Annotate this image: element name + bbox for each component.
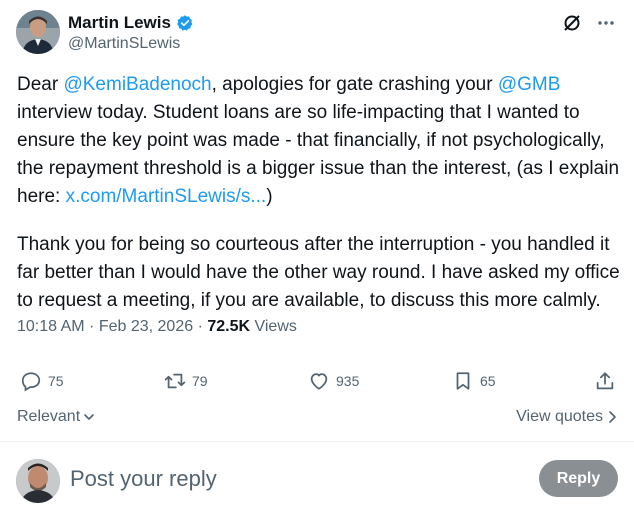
top-actions (562, 13, 616, 38)
mention-gmb[interactable]: @GMB (498, 74, 561, 95)
tweet-text-segment: ) (266, 186, 273, 207)
author-name-row[interactable]: Martin Lewis (68, 13, 194, 33)
tweet-meta: 10:18 AM · Feb 23, 2026 · 72.5K Views (17, 318, 297, 336)
view-quotes-label: View quotes (516, 408, 603, 425)
tweet-date[interactable]: Feb 23, 2026 (99, 318, 193, 335)
meta-separator: · (84, 318, 99, 335)
author-name[interactable]: Martin Lewis (68, 13, 171, 33)
tweet-text-segment: , apologies for gate crashing your (211, 74, 498, 95)
bookmark-action[interactable]: 65 (452, 370, 496, 392)
reply-sort-dropdown[interactable]: Relevant (17, 408, 95, 426)
tweet-link[interactable]: x.com/MartinSLewis/s... (66, 186, 267, 207)
reply-action[interactable]: 75 (20, 370, 64, 392)
tweet-actions: 75 79 935 65 (0, 370, 634, 398)
mention-kemibadenoch[interactable]: @KemiBadenoch (63, 74, 211, 95)
reply-count: 75 (48, 373, 64, 389)
chevron-down-icon (84, 414, 94, 420)
grok-icon[interactable] (562, 13, 582, 38)
current-user-avatar[interactable] (16, 459, 60, 503)
current-user-avatar-image (16, 459, 60, 503)
view-quotes-link[interactable]: View quotes (516, 408, 617, 426)
reply-button[interactable]: Reply (539, 460, 618, 497)
chevron-right-icon (609, 411, 616, 423)
reply-icon (21, 372, 41, 392)
meta-separator: · (193, 318, 208, 335)
reply-input[interactable]: Post your reply (70, 466, 217, 492)
tweet-paragraph-2: Thank you for being so courteous after t… (17, 234, 620, 311)
author-avatar-image (16, 10, 60, 54)
views-count: 72.5K (207, 318, 251, 335)
like-action[interactable]: 935 (308, 370, 359, 392)
share-icon (596, 372, 614, 390)
share-action[interactable] (594, 370, 616, 392)
retweet-count: 79 (192, 373, 208, 389)
heart-icon (310, 373, 328, 390)
retweet-icon (164, 373, 186, 389)
reply-sort-label: Relevant (17, 408, 81, 425)
bookmark-count: 65 (480, 373, 496, 389)
tweet-time[interactable]: 10:18 AM (17, 318, 85, 335)
like-count: 935 (336, 373, 360, 389)
bookmark-icon (456, 372, 470, 390)
author-avatar[interactable] (16, 10, 60, 54)
tweet-text: Dear @KemiBadenoch, apologies for gate c… (17, 71, 623, 335)
tweet-paragraph-1: Dear @KemiBadenoch, apologies for gate c… (17, 71, 623, 211)
views-label: Views (250, 318, 297, 335)
divider (0, 441, 634, 442)
author-handle[interactable]: @MartinSLewis (68, 35, 180, 53)
verified-badge-icon (177, 15, 193, 31)
more-options-icon[interactable] (596, 13, 616, 38)
tweet-text-segment: Dear (17, 74, 64, 95)
retweet-action[interactable]: 79 (164, 370, 208, 392)
